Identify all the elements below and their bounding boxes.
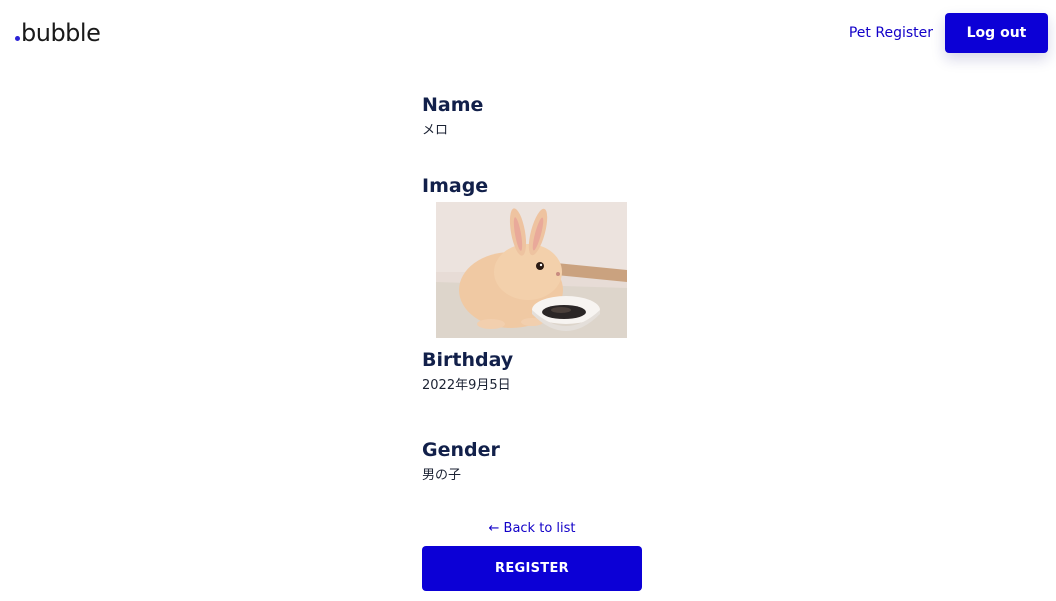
birthday-value: 2022年9月5日	[422, 378, 511, 393]
back-to-list-link[interactable]: ← Back to list	[422, 520, 642, 537]
bubble-logo[interactable]: bubble	[15, 18, 101, 48]
name-label: Name	[422, 94, 484, 116]
logo-dot-icon	[15, 36, 20, 41]
register-button[interactable]: REGISTER	[422, 546, 642, 591]
logout-button[interactable]: Log out	[945, 13, 1048, 53]
image-label: Image	[422, 175, 489, 197]
gender-label: Gender	[422, 439, 500, 461]
gender-value: 男の子	[422, 468, 462, 483]
nav-link-pet-register[interactable]: Pet Register	[849, 24, 933, 42]
birthday-label: Birthday	[422, 349, 514, 371]
logo-text: bubble	[21, 19, 101, 47]
pet-image	[436, 202, 627, 338]
rabbit-photo	[436, 202, 627, 338]
name-value: メロ	[422, 123, 449, 138]
